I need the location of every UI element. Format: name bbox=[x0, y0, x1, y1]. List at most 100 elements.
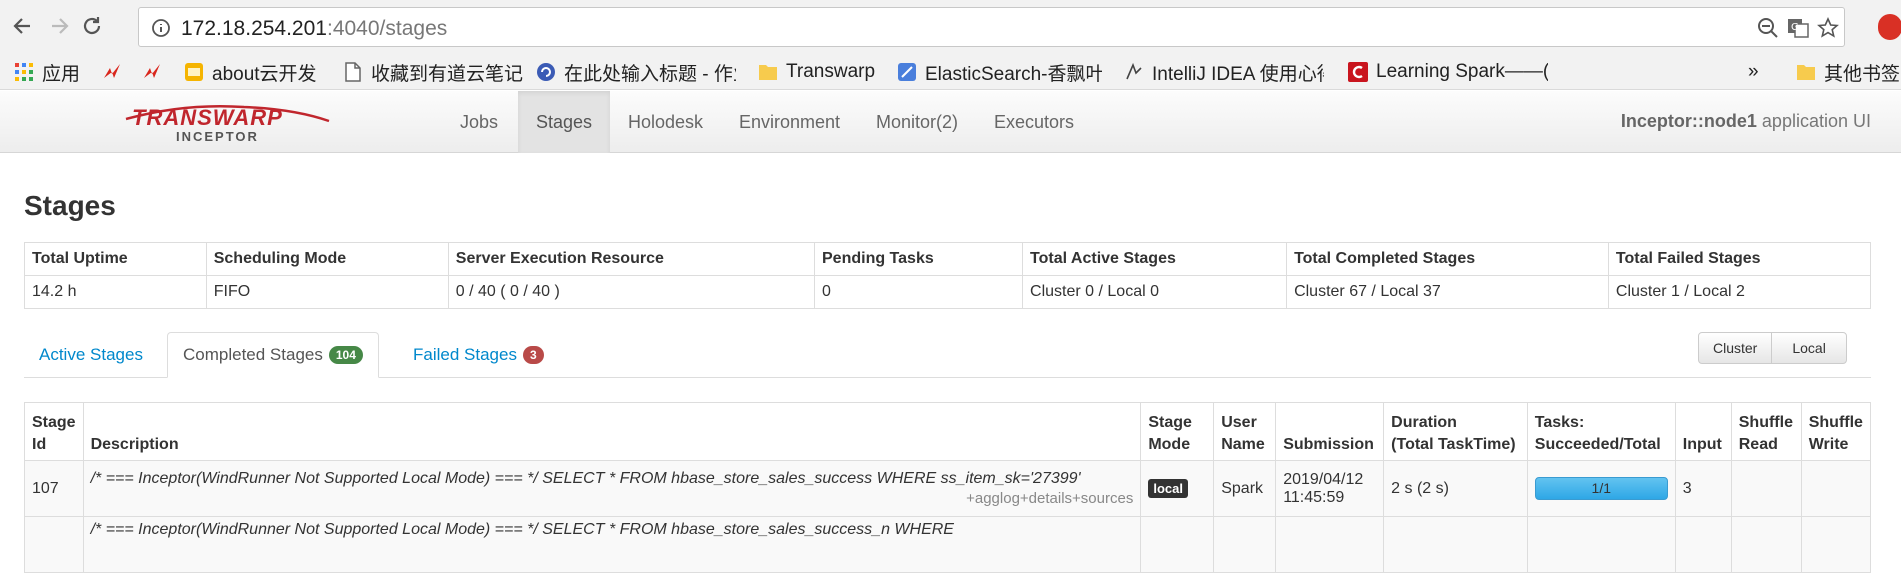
svg-text:G: G bbox=[1791, 22, 1799, 33]
nav-label: Executors bbox=[994, 111, 1075, 132]
back-arrow-icon[interactable] bbox=[8, 12, 36, 40]
url-text[interactable]: 172.18.254.201:4040/stages bbox=[181, 17, 447, 41]
col-stage-mode[interactable]: Stage Mode bbox=[1140, 402, 1215, 461]
info-icon[interactable] bbox=[149, 16, 173, 40]
blue-circle-icon bbox=[536, 62, 556, 82]
address-bar[interactable]: 172.18.254.201:4040/stages G bbox=[138, 7, 1845, 47]
col-stage-id[interactable]: Stage Id bbox=[24, 402, 84, 461]
col-shuffle-read[interactable]: Shuffle Read bbox=[1730, 402, 1802, 461]
col-submission[interactable]: Submission bbox=[1275, 402, 1385, 461]
browser-toolbar: 172.18.254.201:4040/stages G bbox=[0, 0, 1901, 54]
header-line: Stage bbox=[32, 414, 76, 431]
failed-count-badge: 3 bbox=[522, 346, 544, 364]
nav-label: Jobs bbox=[460, 111, 499, 132]
description-link[interactable]: /* === Inceptor(WindRunner Not Supported… bbox=[91, 521, 1134, 539]
bookmark-star-icon[interactable] bbox=[1816, 16, 1840, 40]
bookmark-youdao[interactable]: 收藏到有道云笔记 bbox=[343, 58, 523, 86]
tasks-cell bbox=[1526, 516, 1676, 573]
overflow-label: » bbox=[1748, 61, 1759, 82]
bookmark-elasticsearch[interactable]: ElasticSearch-香飘叶 bbox=[897, 58, 1102, 86]
bookmark-label: 收藏到有道云笔记 bbox=[371, 63, 524, 85]
extension-icon[interactable] bbox=[1878, 14, 1901, 40]
bookmark-other[interactable]: 其他书签 bbox=[1796, 58, 1900, 86]
summary-value: 14.2 h bbox=[24, 275, 207, 309]
bookmark-intellij[interactable]: IntelliJ IDEA 使用心得 bbox=[1124, 58, 1324, 86]
bookmark-about-cloud[interactable]: about云开发 bbox=[184, 58, 317, 86]
tab-label: Active Stages bbox=[39, 345, 143, 364]
col-shuffle-write[interactable]: Shuffle Write bbox=[1800, 402, 1872, 461]
bookmark-label: IntelliJ IDEA 使用心得 bbox=[1152, 63, 1324, 85]
red-bolt-icon bbox=[142, 62, 162, 82]
bookmark-label: Learning Spark——( bbox=[1376, 61, 1548, 82]
app-title-suffix: application UI bbox=[1756, 111, 1871, 131]
header-line: Id bbox=[32, 436, 47, 453]
stage-tabs: Active Stages Completed Stages 104 Faile… bbox=[24, 332, 1871, 378]
stage-id: 107 bbox=[24, 460, 84, 517]
stages-table: Stage Id Description Stage Mode User Name S… bbox=[24, 402, 1872, 573]
user-name bbox=[1213, 516, 1277, 573]
red-bolt-icon bbox=[102, 62, 122, 82]
bookmark-huawei-2[interactable] bbox=[142, 58, 170, 86]
header-line: Tasks: bbox=[1534, 414, 1585, 431]
local-button[interactable]: Local bbox=[1771, 333, 1845, 363]
summary-header: Total Active Stages bbox=[1022, 242, 1288, 276]
summary-value: Cluster 0 / Local 0 bbox=[1022, 275, 1288, 309]
svg-text:INCEPTOR: INCEPTOR bbox=[176, 129, 259, 144]
bookmarks-overflow[interactable]: » bbox=[1748, 58, 1759, 86]
mode-filter-group: Cluster Local bbox=[1698, 332, 1847, 364]
translate-icon[interactable]: G bbox=[1786, 16, 1810, 40]
transwarp-logo[interactable]: TRANSWARP INCEPTOR bbox=[124, 101, 334, 145]
header-line: Shuffle bbox=[1738, 414, 1793, 431]
nav-holodesk[interactable]: Holodesk bbox=[614, 91, 717, 153]
shuffle-read bbox=[1730, 516, 1802, 573]
header-line: Description bbox=[90, 436, 179, 453]
forward-arrow-icon[interactable] bbox=[46, 12, 74, 40]
summary-header: Total Failed Stages bbox=[1607, 242, 1872, 276]
col-input[interactable]: Input bbox=[1674, 402, 1732, 461]
cluster-button[interactable]: Cluster bbox=[1699, 333, 1771, 363]
header-line: Succeeded/Total bbox=[1534, 436, 1661, 453]
nav-stages[interactable]: Stages bbox=[518, 91, 611, 153]
reload-icon[interactable] bbox=[78, 12, 106, 40]
summary-value: FIFO bbox=[205, 275, 449, 309]
summary-header: Pending Tasks bbox=[813, 242, 1024, 276]
tab-active-stages[interactable]: Active Stages bbox=[24, 332, 158, 378]
nav-monitor[interactable]: Monitor(2) bbox=[862, 91, 972, 153]
col-description[interactable]: Description bbox=[82, 402, 1142, 461]
submission-time: 2019/04/12 11:45:59 bbox=[1275, 460, 1385, 517]
details-link[interactable]: +agglog+details+sources bbox=[91, 490, 1133, 507]
header-line: Input bbox=[1682, 436, 1722, 453]
svg-text:TRANSWARP: TRANSWARP bbox=[132, 105, 283, 130]
face-icon bbox=[1124, 62, 1144, 82]
bookmark-huawei-1[interactable] bbox=[102, 58, 130, 86]
bookmark-title-input[interactable]: 在此处输入标题 - 作业 bbox=[536, 58, 736, 86]
description-link[interactable]: /* === Inceptor(WindRunner Not Supported… bbox=[91, 470, 1134, 488]
nav-executors[interactable]: Executors bbox=[980, 91, 1088, 153]
summary-header-row: Total Uptime Scheduling Mode Server Exec… bbox=[24, 242, 1872, 276]
zoom-out-icon[interactable] bbox=[1756, 16, 1780, 40]
summary-header: Scheduling Mode bbox=[205, 242, 449, 276]
duration bbox=[1383, 516, 1528, 573]
bookmark-label: 其他书签 bbox=[1824, 63, 1901, 85]
col-user-name[interactable]: User Name bbox=[1213, 402, 1277, 461]
tab-label: Failed Stages bbox=[413, 345, 517, 364]
bookmark-label: Transwarp bbox=[786, 61, 876, 82]
header-line: Submission bbox=[1283, 436, 1374, 453]
bookmark-apps[interactable]: 应用 bbox=[14, 58, 80, 86]
bookmark-learning-spark[interactable]: Learning Spark——( bbox=[1348, 58, 1548, 86]
bookmark-transwarp[interactable]: Transwarp bbox=[758, 58, 875, 86]
page-icon bbox=[343, 62, 363, 82]
bookmark-label: 在此处输入标题 - 作业 bbox=[564, 63, 736, 85]
user-name: Spark bbox=[1213, 460, 1277, 517]
nav-environment[interactable]: Environment bbox=[725, 91, 854, 153]
bookmark-label: ElasticSearch-香飘叶 bbox=[925, 63, 1102, 85]
tab-failed-stages[interactable]: Failed Stages 3 bbox=[398, 332, 559, 378]
summary-header: Server Execution Resource bbox=[447, 242, 816, 276]
col-tasks[interactable]: Tasks: Succeeded/Total bbox=[1526, 402, 1676, 461]
tab-completed-stages[interactable]: Completed Stages 104 bbox=[167, 332, 379, 378]
folder-icon bbox=[1796, 62, 1816, 82]
nav-jobs[interactable]: Jobs bbox=[446, 91, 512, 153]
mode-badge: local bbox=[1148, 479, 1188, 498]
col-duration[interactable]: Duration (Total TaskTime) bbox=[1383, 402, 1528, 461]
stage-id bbox=[24, 516, 84, 573]
